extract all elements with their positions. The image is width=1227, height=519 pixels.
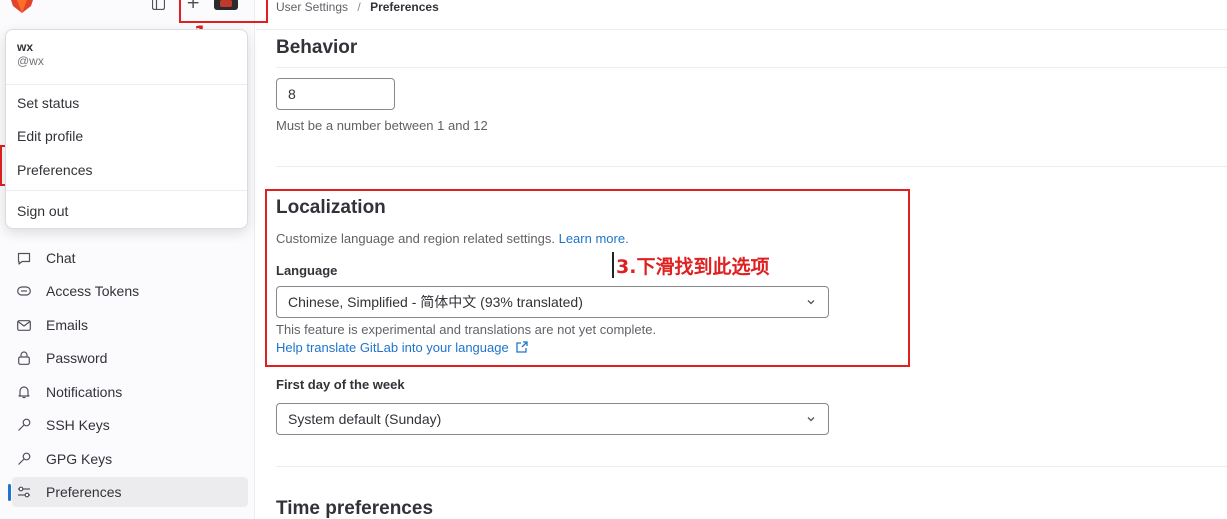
sidebar-item-gpg-keys[interactable]: GPG Keys	[12, 444, 248, 474]
behavior-help-text: Must be a number between 1 and 12	[276, 118, 488, 133]
text-cursor	[612, 252, 614, 278]
breadcrumb-current: Preferences	[370, 0, 439, 14]
preferences-icon	[16, 484, 32, 500]
behavior-heading: Behavior	[276, 37, 358, 58]
behavior-number-input[interactable]: 8	[276, 78, 395, 110]
annotation-box-avatar	[179, 0, 268, 23]
key-icon	[16, 451, 32, 467]
sidebar-toggle-icon[interactable]	[151, 0, 165, 11]
annotation-box-localization	[265, 189, 910, 367]
annotation-step-3: 3.下滑找到此选项	[616, 256, 770, 278]
breadcrumb: User Settings / Preferences	[276, 0, 439, 14]
first-day-label: First day of the week	[276, 377, 405, 392]
bell-icon	[16, 384, 32, 400]
sidebar-item-preferences[interactable]: Preferences	[8, 477, 248, 507]
sidebar-item-chat[interactable]: Chat	[12, 243, 248, 273]
sign-out-item[interactable]: Sign out	[17, 203, 68, 219]
section-divider	[276, 166, 1227, 167]
sidebar-item-notifications[interactable]: Notifications	[12, 377, 248, 407]
sidebar-item-label: Emails	[46, 317, 89, 333]
gitlab-tanuki-icon[interactable]	[10, 0, 34, 14]
user-menu-header[interactable]: wx @wx	[6, 30, 247, 85]
sidebar-item-label: Notifications	[46, 384, 123, 400]
user-menu-dropdown: wx @wx Set status Edit profile Preferenc…	[5, 29, 248, 229]
sidebar-item-label: Preferences	[46, 484, 122, 500]
sidebar-item-label: Password	[46, 350, 108, 366]
user-handle: @wx	[17, 54, 44, 68]
header-divider	[256, 29, 1227, 30]
sidebar-item-password[interactable]: Password	[12, 343, 248, 373]
lock-icon	[16, 350, 32, 366]
preferences-item[interactable]: Preferences	[17, 162, 92, 178]
token-icon	[16, 283, 32, 299]
sidebar-item-emails[interactable]: Emails	[12, 310, 248, 340]
key-icon	[16, 417, 32, 433]
chevron-down-icon	[807, 417, 815, 422]
first-day-select-value: System default (Sunday)	[288, 411, 442, 427]
section-divider	[276, 67, 1227, 68]
sidebar-item-label: GPG Keys	[46, 451, 113, 467]
time-preferences-heading: Time preferences	[276, 498, 434, 519]
set-status-item[interactable]: Set status	[17, 95, 79, 111]
sidebar-item-label: Access Tokens	[46, 283, 140, 299]
menu-divider	[6, 190, 247, 191]
breadcrumb-separator: /	[357, 0, 361, 14]
sidebar-item-ssh-keys[interactable]: SSH Keys	[12, 410, 248, 440]
user-name: wx	[17, 40, 34, 54]
first-day-select[interactable]: System default (Sunday)	[276, 403, 829, 435]
section-divider	[276, 466, 1227, 467]
sidebar-item-label: Chat	[46, 250, 76, 266]
sidebar-item-access-tokens[interactable]: Access Tokens	[12, 276, 248, 306]
sidebar-item-label: SSH Keys	[46, 417, 110, 433]
edit-profile-item[interactable]: Edit profile	[17, 128, 83, 144]
mail-icon	[16, 317, 32, 333]
chat-icon	[16, 250, 32, 266]
breadcrumb-parent[interactable]: User Settings	[276, 0, 348, 14]
